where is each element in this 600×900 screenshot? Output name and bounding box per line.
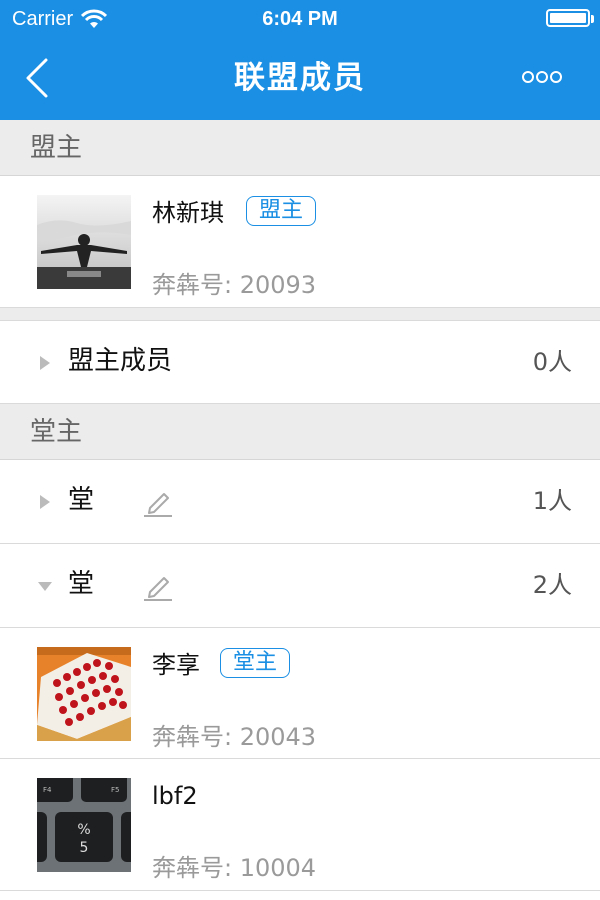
section-gap — [0, 308, 600, 320]
page-title: 联盟成员 — [234, 60, 366, 96]
member-name: 林新琪 — [152, 199, 224, 227]
triangle-right-icon — [40, 495, 50, 509]
battery-icon — [546, 9, 594, 27]
group-name: 盟主成员 — [68, 346, 173, 376]
navigation-bar: 联盟成员 — [0, 38, 600, 120]
member-row-leader[interactable]: 林新琪 盟主 奔犇号: 20093 — [0, 176, 600, 308]
status-bar: Carrier 6:04 PM — [0, 0, 600, 38]
more-options-icon[interactable] — [522, 68, 562, 86]
member-id: 奔犇号: 20093 — [152, 271, 317, 299]
avatar: % 5 F4 F5 — [37, 778, 131, 872]
svg-text:5: 5 — [80, 840, 89, 856]
triangle-right-icon — [40, 356, 50, 370]
role-badge: 堂主 — [220, 648, 291, 678]
member-row[interactable]: % 5 F4 F5 lbf2 奔犇号: 10004 — [0, 759, 600, 891]
group-row-leader-members[interactable]: 盟主成员 0人 — [0, 320, 600, 404]
section-header-leader: 盟主 — [0, 120, 600, 176]
section-header-hall: 堂主 — [0, 404, 600, 460]
member-count: 1人 — [532, 487, 572, 515]
section-title: 盟主 — [30, 133, 83, 163]
role-badge: 盟主 — [246, 196, 317, 226]
pencil-icon[interactable] — [142, 570, 174, 602]
svg-text:F5: F5 — [111, 786, 119, 794]
svg-text:F4: F4 — [43, 786, 52, 794]
member-row[interactable]: 李享 堂主 奔犇号: 20043 — [0, 628, 600, 759]
group-row-hall[interactable]: 堂 2人 — [0, 544, 600, 628]
group-row-hall[interactable]: 堂 1人 — [0, 460, 600, 544]
svg-text:%: % — [77, 822, 90, 838]
top-bar: Carrier 6:04 PM 联盟成员 — [0, 0, 600, 120]
avatar — [37, 195, 131, 289]
avatar — [37, 647, 131, 741]
member-id: 奔犇号: 20043 — [152, 723, 317, 751]
member-count: 0人 — [532, 348, 572, 376]
pencil-icon[interactable] — [142, 486, 174, 518]
triangle-down-icon — [38, 582, 52, 591]
member-id: 奔犇号: 10004 — [152, 854, 317, 882]
status-time: 6:04 PM — [262, 8, 338, 30]
chevron-left-icon[interactable] — [20, 54, 60, 102]
group-name: 堂 — [68, 485, 95, 515]
section-title: 堂主 — [30, 417, 83, 447]
member-name: 李享 — [152, 651, 200, 679]
group-name: 堂 — [68, 569, 95, 599]
member-name: lbf2 — [152, 782, 198, 810]
member-count: 2人 — [532, 571, 572, 599]
